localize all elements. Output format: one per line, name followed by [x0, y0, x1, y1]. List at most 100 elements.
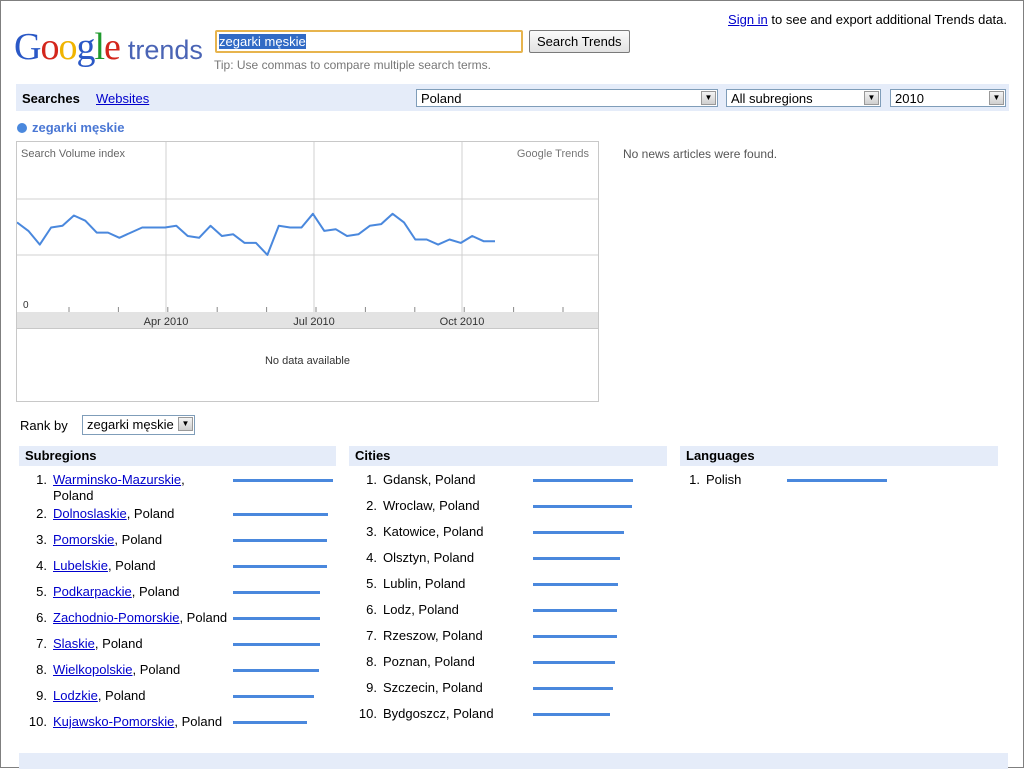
subregion-row: 3. Pomorskie, Poland	[27, 532, 162, 548]
subregion-suffix: , Poland	[179, 610, 228, 625]
google-trends-logo[interactable]: Google trends	[14, 23, 203, 67]
subregion-row: 6. Zachodnio-Pomorskie, Poland	[27, 610, 227, 626]
search-input[interactable]: zegarki męskie	[215, 30, 523, 53]
subregion-bar	[233, 565, 327, 568]
language-bar	[787, 479, 887, 482]
subregion-select-value: All subregions	[731, 91, 813, 106]
search-volume-chart: Search Volume index Google Trends 0	[16, 141, 599, 314]
news-volume-chart: No data available	[16, 328, 599, 402]
tab-websites[interactable]: Websites	[96, 91, 149, 106]
subregion-select[interactable]: All subregions ▼	[726, 89, 881, 107]
filter-bar: Searches Websites Poland ▼ All subregions…	[16, 84, 1009, 111]
city-name: Szczecin, Poland	[383, 680, 483, 695]
city-name: Katowice, Poland	[383, 524, 484, 539]
city-rank: 10.	[358, 706, 377, 721]
chevron-down-icon: ▼	[178, 417, 193, 431]
city-bar	[533, 661, 615, 664]
city-row: 1. Gdansk, Poland	[357, 472, 476, 488]
chevron-down-icon: ▼	[864, 91, 879, 105]
chart-ylabel: Search Volume index	[21, 148, 125, 160]
subregion-row: 4. Lubelskie, Poland	[27, 558, 156, 574]
subregion-row: 9. Lodzkie, Poland	[27, 688, 145, 704]
subregion-bar	[233, 513, 328, 516]
subregion-link[interactable]: Slaskie	[53, 636, 95, 651]
city-bar	[533, 713, 610, 716]
city-rank: 2.	[366, 498, 377, 513]
subregion-suffix: , Poland	[94, 636, 143, 651]
subregion-bar	[233, 591, 320, 594]
chart-x-axis-svg: Apr 2010 Jul 2010 Oct 2010	[144, 316, 485, 328]
chart-watermark: Google Trends	[517, 148, 590, 160]
city-name: Rzeszow, Poland	[383, 628, 483, 643]
rank-by-select[interactable]: zegarki męskie ▼	[82, 415, 195, 435]
city-bar	[533, 635, 617, 638]
city-rank: 9.	[366, 680, 377, 695]
city-row: 10. Bydgoszcz, Poland	[357, 706, 494, 722]
search-trends-button[interactable]: Search Trends	[529, 30, 630, 53]
subregion-bar	[233, 669, 319, 672]
city-rank: 8.	[366, 654, 377, 669]
subregion-link[interactable]: Zachodnio-Pomorskie	[53, 610, 179, 625]
subregion-link[interactable]: Kujawsko-Pomorskie	[53, 714, 174, 729]
year-select-value: 2010	[895, 91, 924, 106]
subregion-suffix: , Poland	[174, 714, 223, 729]
language-row: 1. Polish	[687, 472, 741, 488]
subregion-link[interactable]: Dolnoslaskie	[53, 506, 127, 521]
city-row: 2. Wroclaw, Poland	[357, 498, 480, 514]
subregion-row: 1. Warminsko-Mazurskie, Poland	[27, 472, 185, 504]
subregion-bar	[233, 617, 320, 620]
subregion-suffix: , Poland	[126, 506, 175, 521]
tab-searches[interactable]: Searches	[22, 91, 80, 106]
no-data-message: No data available	[264, 355, 350, 367]
country-select[interactable]: Poland ▼	[416, 89, 718, 107]
city-bar	[533, 479, 633, 482]
city-bar	[533, 505, 632, 508]
city-row: 6. Lodz, Poland	[357, 602, 459, 618]
search-tip: Tip: Use commas to compare multiple sear…	[214, 58, 491, 72]
subregion-link[interactable]: Lubelskie	[53, 558, 108, 573]
subregion-row: 7. Slaskie, Poland	[27, 636, 143, 652]
chart-legend: zegarki męskie	[17, 120, 125, 135]
city-name: Bydgoszcz, Poland	[383, 706, 494, 721]
chart-x-tick-label: Apr 2010	[144, 316, 189, 328]
subregion-rank: 9.	[36, 688, 47, 703]
city-bar	[533, 687, 613, 690]
chart-x-tick-label: Oct 2010	[440, 316, 485, 328]
subregion-suffix: , Poland	[131, 584, 180, 599]
subregion-suffix: , Poland	[107, 558, 156, 573]
city-row: 9. Szczecin, Poland	[357, 680, 483, 696]
subregion-bar	[233, 695, 314, 698]
subregion-link[interactable]: Lodzkie	[53, 688, 98, 703]
signin-message-text: to see and export additional Trends data…	[767, 12, 1007, 27]
subregion-rank: 10.	[28, 714, 47, 729]
subregion-link[interactable]: Pomorskie	[53, 532, 114, 547]
city-name: Wroclaw, Poland	[383, 498, 480, 513]
city-name: Lodz, Poland	[383, 602, 459, 617]
chart-x-tick-label: Jul 2010	[293, 316, 335, 328]
city-row: 5. Lublin, Poland	[357, 576, 465, 592]
city-rank: 1.	[366, 472, 377, 487]
language-rank: 1.	[689, 472, 700, 487]
subregion-link[interactable]: Warminsko-Mazurskie	[53, 472, 181, 487]
sign-in-link[interactable]: Sign in	[728, 12, 768, 27]
subregion-link[interactable]: Podkarpackie	[53, 584, 132, 599]
city-name: Gdansk, Poland	[383, 472, 476, 487]
subregion-row: 8. Wielkopolskie, Poland	[27, 662, 180, 678]
footer-bar	[19, 753, 1008, 769]
subregions-header: Subregions	[19, 446, 336, 466]
legend-term: zegarki męskie	[32, 120, 125, 135]
subregion-bar	[233, 643, 320, 646]
subregion-bar	[233, 479, 333, 482]
subregion-row: 10. Kujawsko-Pomorskie, Poland	[27, 714, 222, 730]
search-input-selected-text: zegarki męskie	[219, 34, 306, 49]
city-row: 7. Rzeszow, Poland	[357, 628, 483, 644]
city-rank: 3.	[366, 524, 377, 539]
chart-y-tick-0: 0	[23, 300, 29, 311]
city-bar	[533, 531, 624, 534]
subregion-link[interactable]: Wielkopolskie	[53, 662, 132, 677]
series-line	[17, 212, 495, 256]
city-bar	[533, 583, 618, 586]
year-select[interactable]: 2010 ▼	[890, 89, 1006, 107]
rank-by-select-value: zegarki męskie	[87, 417, 174, 432]
trends-wordmark: trends	[127, 35, 203, 65]
